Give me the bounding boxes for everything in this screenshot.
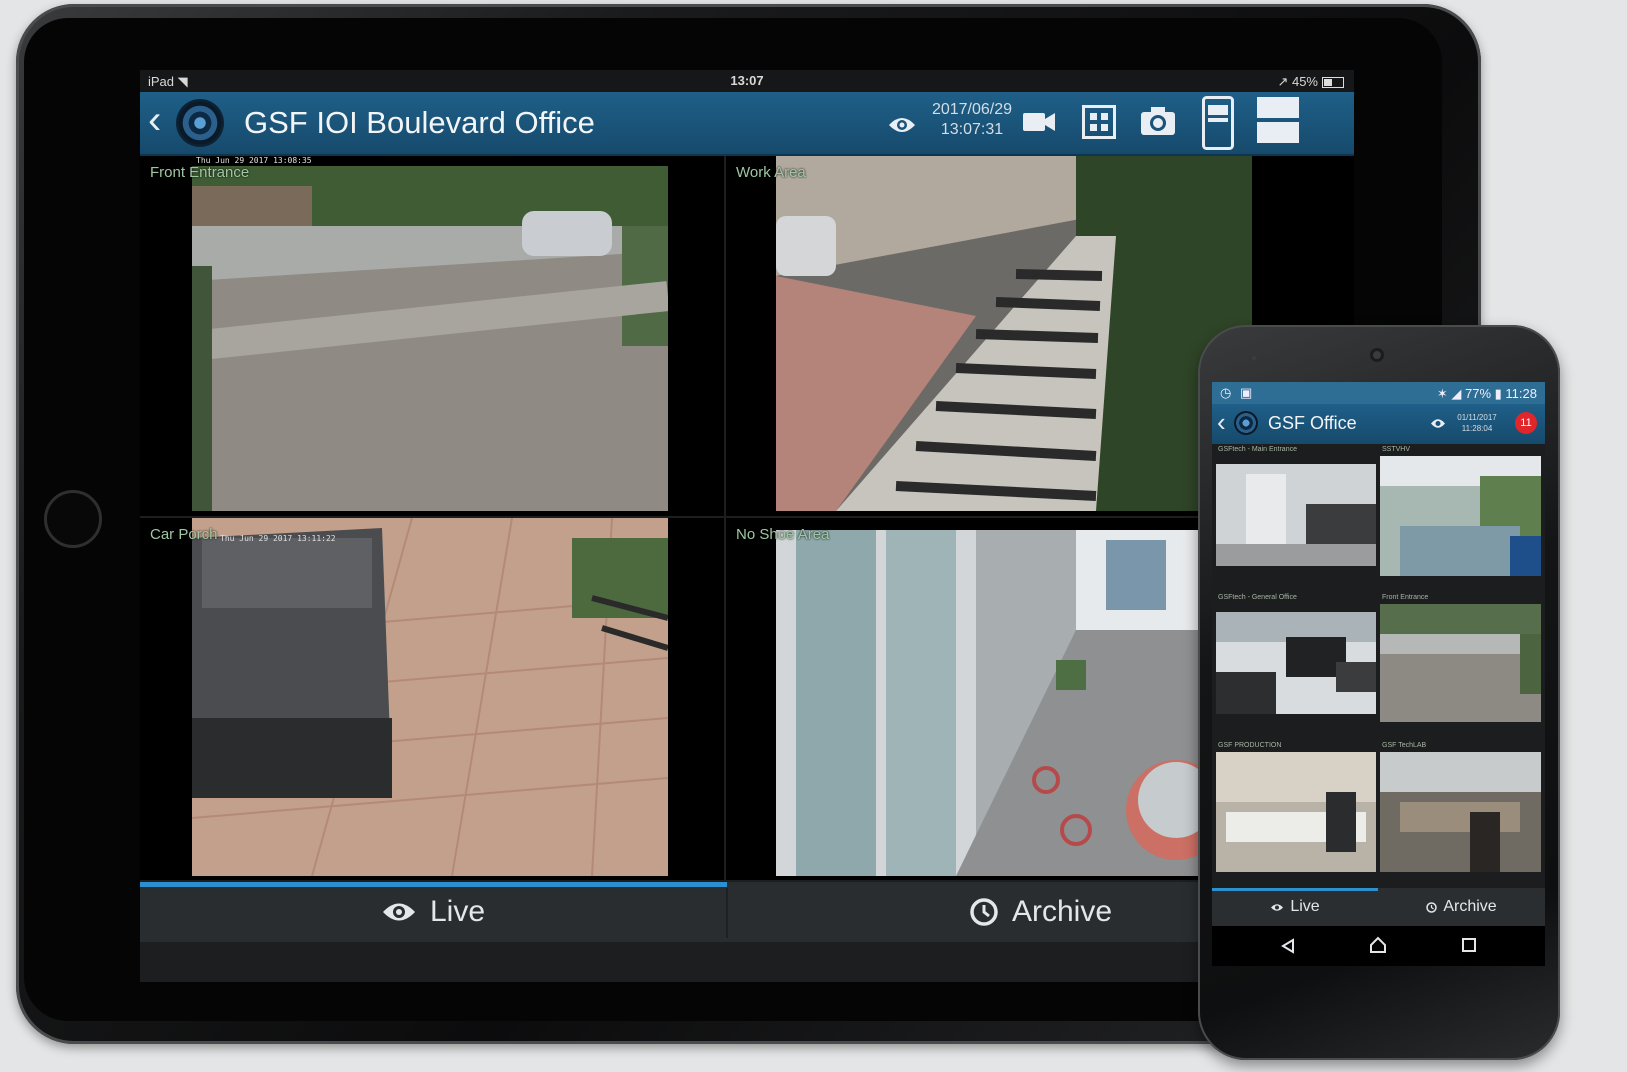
single-view-layout-icon[interactable] [1202, 96, 1234, 150]
battery-icon [1322, 77, 1344, 89]
camera-tile[interactable] [1380, 604, 1541, 722]
tab-archive[interactable]: Archive [1378, 888, 1545, 926]
camera-label: GSFtech - Main Entrance [1218, 446, 1297, 453]
battery-icon: ▮ [1494, 386, 1502, 401]
camera-tile[interactable] [1380, 752, 1541, 872]
status-battery: ↗ 45% [1277, 74, 1344, 90]
camera-tile[interactable] [1216, 752, 1376, 872]
signal-icon: ◢ [1451, 386, 1462, 401]
camera-label: GSF TechLAB [1382, 742, 1427, 749]
camera-feed-image [1216, 464, 1376, 566]
camera-feed-image [1380, 604, 1541, 722]
eye-icon [889, 118, 915, 132]
page-title: GSF Office [1268, 413, 1357, 433]
camera-label: Car Porch [150, 526, 218, 543]
app-logo [178, 101, 222, 145]
tablet-tab-bar: Live Archive [140, 882, 1354, 942]
tablet-screen: iPad ◥ 13:07 ↗ 45% ‹ GSF IOI Boulevard O… [140, 70, 1354, 982]
app-header: ‹ GSF IOI Boulevard Office 2017/06/29 13… [140, 92, 1354, 156]
clock-icon [970, 898, 998, 926]
eye-icon [1431, 419, 1445, 428]
header-datetime: 01/11/2017 11:28:04 [1448, 412, 1506, 434]
tab-live-label: Live [429, 895, 486, 928]
video-camera-icon[interactable] [1022, 108, 1056, 136]
bluetooth-icon: ✶ [1436, 386, 1448, 401]
status-time: 13:07 [730, 73, 764, 88]
app-logo [1234, 411, 1258, 435]
image-icon: ▣ [1240, 385, 1253, 400]
location-icon: ↗ [1277, 74, 1289, 89]
camera-feed-image [192, 518, 668, 876]
eye-icon [382, 903, 415, 921]
recent-apps-icon[interactable] [1462, 938, 1476, 952]
camera-timestamp: Thu Jun 29 2017 13:08:35 [196, 156, 312, 165]
header-time: 11:28:04 [1461, 424, 1493, 433]
camera-feed-image [776, 156, 1252, 511]
header-date: 2017/06/29 [931, 101, 1013, 118]
tablet-home-button[interactable] [44, 490, 102, 548]
camera-feed-image [776, 530, 1252, 876]
camera-feed-image [1216, 612, 1376, 714]
camera-label: Front Entrance [150, 164, 250, 181]
grid-layout-icon[interactable] [1082, 105, 1116, 139]
camera-tile[interactable] [1216, 612, 1376, 714]
split-view-layout-icon[interactable] [1256, 96, 1300, 144]
back-triangle-icon[interactable] [1280, 938, 1296, 954]
tab-archive-label: Archive [1443, 898, 1497, 915]
back-button[interactable]: ‹ [1217, 408, 1226, 436]
camera-feed-image [192, 166, 668, 511]
header-datetime: 2017/06/29 13:07:31 [922, 100, 1022, 140]
camera-feed-image [1216, 752, 1376, 872]
camera-tile[interactable] [1380, 456, 1541, 576]
camera-label: GSF PRODUCTION [1218, 742, 1282, 749]
phone-screen: ◷ ▣ ✶ ◢ 77% ▮ 11:28 ‹ GSF Office 01/11/2… [1212, 382, 1545, 966]
camera-tile[interactable]: Car Porch Thu Jun 29 2017 13:11:22 [140, 518, 724, 880]
notification-badge[interactable]: 11 [1515, 412, 1537, 434]
tab-divider [726, 888, 728, 938]
tablet-status-bar: iPad ◥ 13:07 ↗ 45% [140, 70, 1354, 92]
snapshot-camera-icon[interactable] [1140, 106, 1176, 136]
camera-label: No Shoe Area [736, 526, 830, 543]
camera-feed-image [1380, 752, 1541, 872]
camera-label: Front Entrance [1382, 594, 1429, 601]
tab-archive-label: Archive [1011, 895, 1113, 928]
back-button[interactable]: ‹ [148, 100, 161, 140]
camera-tile[interactable]: Front Entrance Thu Jun 29 2017 13:08:35 [140, 156, 724, 516]
page-title: GSF IOI Boulevard Office [244, 105, 595, 140]
camera-label: SSTVHV [1382, 446, 1411, 453]
phone-status-right: ✶ ◢ 77% ▮ 11:28 [1436, 386, 1537, 401]
camera-label: Work Area [736, 164, 806, 181]
header-time: 13:07:31 [940, 121, 1004, 138]
phone-tab-bar: Live Archive [1212, 888, 1545, 926]
tab-live[interactable]: Live [1212, 888, 1378, 926]
phone-status-bar: ◷ ▣ ✶ ◢ 77% ▮ 11:28 [1212, 382, 1545, 404]
camera-feed-image [1380, 456, 1541, 576]
eye-icon [1271, 903, 1284, 911]
camera-tile[interactable] [1216, 464, 1376, 566]
phone-app-header: ‹ GSF Office 01/11/2017 11:28:04 11 [1212, 404, 1545, 444]
clock-icon [1426, 901, 1438, 913]
tab-live-label: Live [1290, 898, 1320, 915]
alarm-icon: ◷ [1220, 385, 1232, 400]
home-icon[interactable] [1369, 936, 1387, 954]
phone-sensor [1252, 356, 1256, 360]
tab-live[interactable]: Live [140, 882, 727, 942]
android-nav-bar [1212, 926, 1545, 966]
header-date: 01/11/2017 [1457, 413, 1497, 422]
phone-front-camera [1370, 348, 1384, 362]
camera-timestamp: Thu Jun 29 2017 13:11:22 [220, 534, 336, 543]
camera-label: GSFtech - General Office [1218, 594, 1297, 601]
tab-active-indicator [140, 882, 727, 887]
